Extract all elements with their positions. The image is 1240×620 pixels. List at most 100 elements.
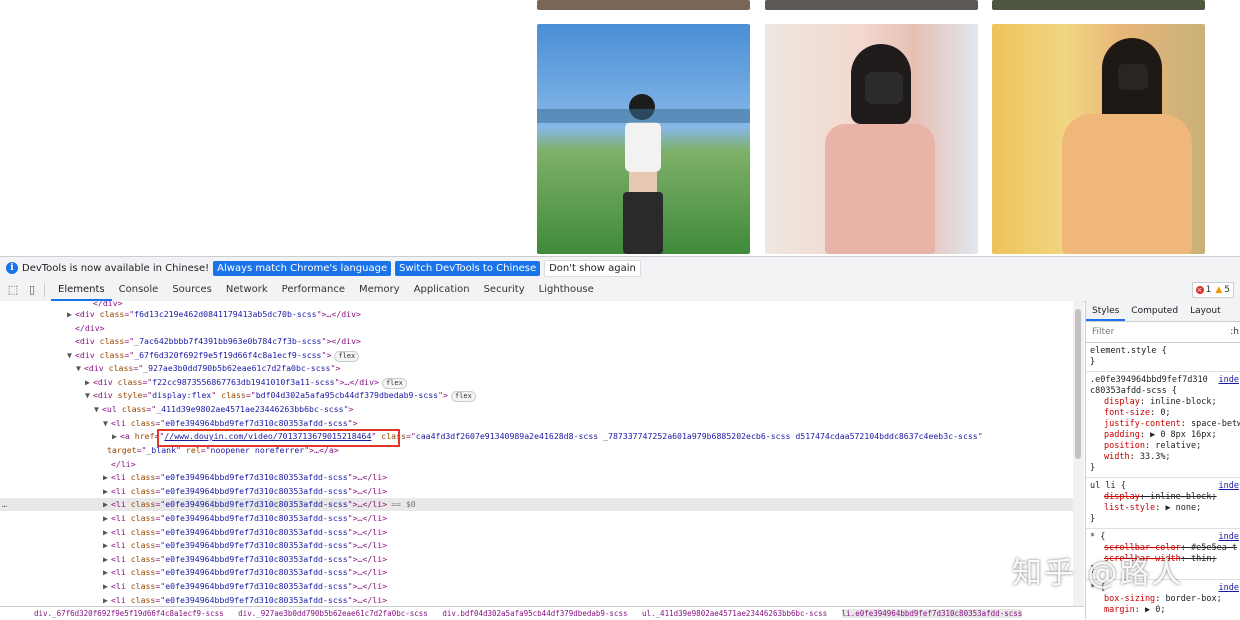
switch-to-chinese-button[interactable]: Switch DevTools to Chinese — [395, 260, 541, 276]
css-declaration[interactable]: position: relative; — [1090, 441, 1237, 452]
expand-toggle-icon[interactable]: ▶ — [85, 376, 93, 389]
dom-node-line[interactable]: ▶ <li class="e0fe394964bbd9fef7d310c80353… — [0, 485, 1084, 498]
dom-punct: =" — [155, 581, 166, 591]
video-thumbnail-top-2[interactable] — [765, 0, 978, 10]
expand-toggle-icon[interactable]: ▶ — [103, 512, 111, 525]
selected-node-marker[interactable]: … — [2, 498, 7, 511]
dont-show-again-button[interactable]: Don't show again — [544, 259, 641, 277]
always-match-language-button[interactable]: Always match Chrome's language — [213, 260, 392, 276]
collapse-toggle-icon[interactable]: ▼ — [94, 403, 102, 416]
expand-toggle-icon[interactable]: ▶ — [112, 430, 120, 443]
tab-layout[interactable]: Layout — [1184, 301, 1227, 321]
flex-badge[interactable]: flex — [450, 391, 476, 402]
device-toolbar-icon[interactable]: ▯ — [26, 284, 38, 296]
dom-node-selected[interactable]: … ▶ <li class="e0fe394964bbd9fef7d310c8035… — [0, 498, 1084, 511]
css-declaration[interactable]: width: 33.3%; — [1090, 452, 1237, 463]
dom-tag: <div — [75, 309, 100, 319]
tab-elements[interactable]: Elements — [51, 279, 112, 301]
breadcrumb-item-selected[interactable]: li.e0fe394964bbd9fef7d310c80353afdd-scss — [841, 609, 1023, 618]
expand-toggle-icon[interactable]: ▶ — [103, 580, 111, 593]
video-thumbnail-top-1[interactable] — [537, 0, 750, 10]
dom-attr-name: href — [134, 431, 155, 441]
dom-node-line[interactable]: ▼ <div class="_67f6d320f692f9e5f19d66f4c8… — [0, 349, 1084, 362]
css-declaration[interactable]: list-style: ▶ none; — [1090, 503, 1237, 514]
css-property-value: border-box; — [1165, 594, 1222, 604]
dom-node-line[interactable]: </li> — [0, 458, 1084, 471]
expand-toggle-icon[interactable]: ▶ — [103, 539, 111, 552]
expand-toggle-icon[interactable]: ▶ — [103, 594, 111, 606]
css-declaration[interactable]: margin: ▶ 0; — [1090, 605, 1237, 616]
expand-toggle-icon[interactable]: ▶ — [103, 498, 111, 511]
tab-sources[interactable]: Sources — [165, 279, 219, 301]
tab-application[interactable]: Application — [407, 279, 477, 301]
dom-node-line[interactable]: ▶ <li class="e0fe394964bbd9fef7d310c80353… — [0, 526, 1084, 539]
issues-counter[interactable]: × 1 ▲ 5 — [1191, 282, 1234, 298]
rule-source-link[interactable]: inde — [1219, 481, 1239, 491]
expand-toggle-icon[interactable]: ▶ — [103, 471, 111, 484]
inspect-element-icon[interactable]: ⬚ — [7, 284, 19, 296]
tab-console[interactable]: Console — [112, 279, 166, 301]
dom-node-line[interactable]: ▶ <li class="e0fe394964bbd9fef7d310c80353… — [0, 580, 1084, 593]
element-style-rule[interactable]: element.style { } — [1086, 343, 1240, 372]
expand-toggle-icon[interactable]: ▶ — [103, 526, 111, 539]
dom-tag: >…</li> — [352, 499, 388, 509]
css-rule-ul-li[interactable]: inde ul li { display: inline-block; list-… — [1086, 478, 1240, 529]
dom-node-line[interactable]: <div class="_7ac642bbbb7f4391bb963e0b784… — [0, 335, 1084, 348]
styles-filter-input[interactable]: Filter :h — [1086, 322, 1240, 343]
video-thumbnail-top-3[interactable] — [992, 0, 1205, 10]
dom-node-line[interactable]: ▼ <div class="_927ae3b0dd790b5b62eae61c7d… — [0, 362, 1084, 375]
rule-source-link[interactable]: inde — [1219, 583, 1239, 593]
expand-toggle-icon[interactable]: ▶ — [103, 566, 111, 579]
expand-toggle-icon[interactable]: ▶ — [103, 485, 111, 498]
dom-node-line[interactable]: ▶ <div class="f22cc9873556867763db1941010… — [0, 376, 1084, 389]
elements-dom-tree[interactable]: </div> ▶ <div class="f6d13c219e462d0841179… — [0, 301, 1084, 606]
breadcrumb-item[interactable]: div._67f6d320f692f9e5f19d66f4c8a1ecf9-sc… — [34, 609, 224, 618]
breadcrumb-item[interactable]: div._927ae3b0dd790b5b62eae61c7d2fa0bc-sc… — [238, 609, 428, 618]
scrollbar-thumb[interactable] — [1075, 309, 1081, 459]
video-thumbnail-2[interactable] — [765, 24, 978, 254]
video-thumbnail-1[interactable] — [537, 24, 750, 254]
css-declaration[interactable]: display: inline-block; — [1090, 492, 1237, 503]
tab-network[interactable]: Network — [219, 279, 275, 301]
expand-toggle-icon[interactable]: ▶ — [103, 553, 111, 566]
dom-node-line[interactable]: </div> — [0, 322, 1084, 335]
flex-badge[interactable]: flex — [381, 378, 407, 389]
video-thumbnail-3[interactable] — [992, 24, 1205, 254]
rule-source-link[interactable]: inde — [1219, 532, 1239, 542]
expand-toggle-icon[interactable]: ▶ — [67, 308, 75, 321]
dom-attr-name: class — [130, 499, 156, 509]
breadcrumb-item[interactable]: div.bdf04d302a5afa95cb44df379dbedab9-scs… — [442, 609, 627, 618]
css-declaration[interactable]: justify-content: space-betw — [1090, 419, 1240, 430]
tab-styles[interactable]: Styles — [1086, 301, 1126, 321]
collapse-toggle-icon[interactable]: ▼ — [85, 389, 93, 402]
dom-node-line[interactable]: ▼ <div style="display:flex" class="bdf04d… — [0, 389, 1084, 402]
dom-tag: <div — [93, 390, 118, 400]
dom-node-line[interactable]: ▶ <li class="e0fe394964bbd9fef7d310c80353… — [0, 471, 1084, 484]
collapse-toggle-icon[interactable]: ▼ — [67, 349, 75, 362]
devtools-language-infobar: i DevTools is now available in Chinese! … — [0, 256, 1240, 280]
dom-node-line[interactable]: ▶ <li class="e0fe394964bbd9fef7d310c80353… — [0, 553, 1084, 566]
breadcrumb-item[interactable]: ul._411d39e9802ae4571ae23446263bb6bc-scs… — [642, 609, 827, 618]
tab-computed[interactable]: Computed — [1125, 301, 1184, 321]
collapse-toggle-icon[interactable]: ▼ — [103, 417, 111, 430]
css-declaration[interactable]: font-size: 0; — [1090, 408, 1237, 419]
dom-node-line[interactable]: ▶ <div class="f6d13c219e462d0841179413ab5… — [0, 308, 1084, 321]
css-rule-li-class[interactable]: inde .e0fe394964bbd9fef7d310 c80353afdd-… — [1086, 372, 1240, 478]
dom-node-line[interactable]: ▶ <li class="e0fe394964bbd9fef7d310c80353… — [0, 512, 1084, 525]
css-declaration[interactable]: padding: ▶ 0 8px 16px; — [1090, 430, 1237, 441]
tab-security[interactable]: Security — [477, 279, 532, 301]
dom-node-line[interactable]: ▶ <li class="e0fe394964bbd9fef7d310c80353… — [0, 539, 1084, 552]
tab-lighthouse[interactable]: Lighthouse — [532, 279, 601, 301]
dom-node-line[interactable]: ▼ <ul class="_411d39e9802ae4571ae23446263… — [0, 403, 1084, 416]
dom-node-line[interactable]: ▶ <li class="e0fe394964bbd9fef7d310c80353… — [0, 566, 1084, 579]
rule-source-link[interactable]: inde — [1219, 375, 1239, 385]
css-declaration[interactable]: box-sizing: border-box; — [1090, 594, 1237, 605]
dom-punct: =" — [155, 527, 166, 537]
tab-memory[interactable]: Memory — [352, 279, 407, 301]
collapse-toggle-icon[interactable]: ▼ — [76, 362, 84, 375]
hover-state-toggle[interactable]: :h — [1230, 322, 1239, 342]
tab-performance[interactable]: Performance — [275, 279, 352, 301]
css-declaration[interactable]: display: inline-block; — [1090, 397, 1237, 408]
dom-node-line[interactable]: ▶ <li class="e0fe394964bbd9fef7d310c80353… — [0, 594, 1084, 606]
flex-badge[interactable]: flex — [334, 351, 360, 362]
